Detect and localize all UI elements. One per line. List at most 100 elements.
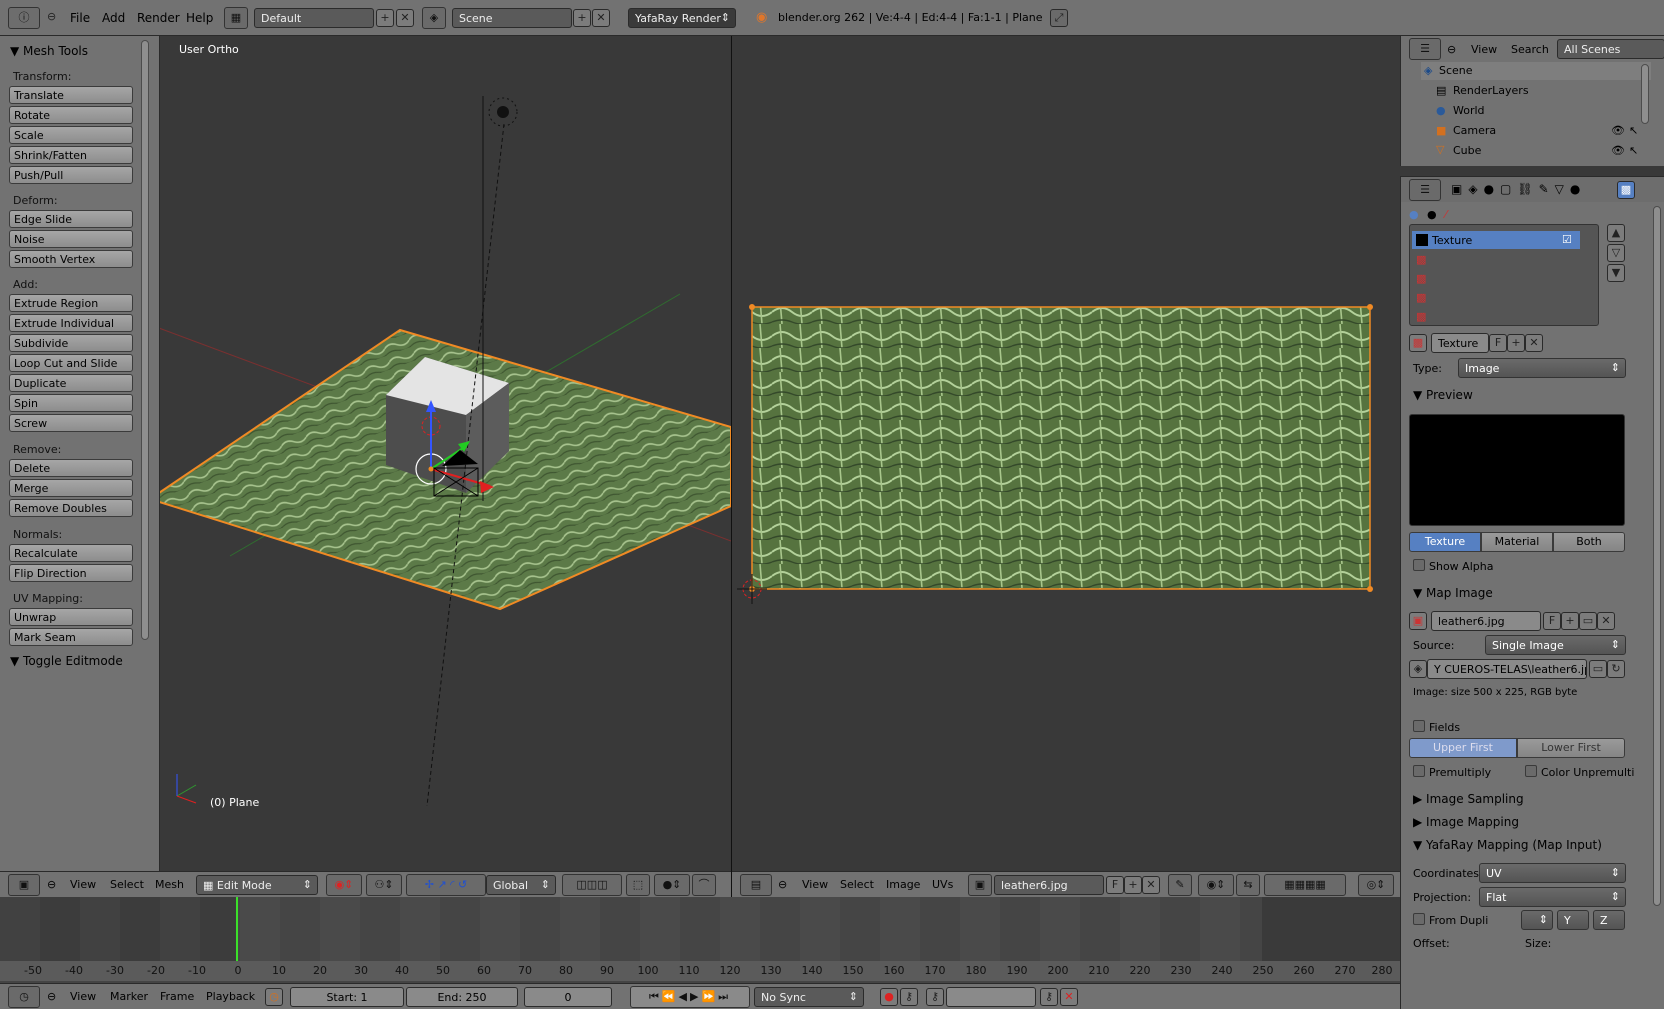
add-layout-icon[interactable]: + <box>376 9 394 27</box>
remove-doubles-button[interactable]: Remove Doubles <box>9 499 133 517</box>
from-dupli-checkbox[interactable] <box>1413 913 1425 925</box>
delete-keyframe-icon[interactable]: ✕ <box>1060 988 1078 1006</box>
move-down-icon[interactable]: ▽ <box>1607 244 1625 262</box>
show-alpha-checkbox[interactable] <box>1413 559 1425 571</box>
sync-selection-icon[interactable]: ⇆ <box>1236 874 1260 896</box>
checkmark-icon[interactable]: ☑ <box>1562 233 1572 246</box>
info-editor-icon[interactable]: ⓘ <box>8 7 40 29</box>
x-mapping-select[interactable]: ⇕ <box>1521 910 1553 930</box>
edge-slide-button[interactable]: Edge Slide <box>9 210 133 228</box>
new-texture-icon[interactable]: + <box>1507 334 1525 352</box>
outliner-row-world[interactable]: ● World <box>1433 102 1653 120</box>
menu-render[interactable]: Render <box>137 11 180 25</box>
flip-direction-button[interactable]: Flip Direction <box>9 564 133 582</box>
new-image-icon[interactable]: + <box>1561 612 1579 630</box>
current-frame-field[interactable]: 0 <box>524 987 612 1007</box>
recalculate-button[interactable]: Recalculate <box>9 544 133 562</box>
push-pull-button[interactable]: Push/Pull <box>9 166 133 184</box>
texture-context-icons[interactable]: ● ● ⁄ <box>1409 206 1465 226</box>
eye-icon[interactable]: 👁 <box>1611 144 1625 157</box>
preview-range-icon[interactable]: ◷ <box>265 988 283 1006</box>
world-texture-icon[interactable]: ● <box>1409 208 1419 221</box>
context-tab-icons[interactable]: ▣◈●▢⛓✎▽● <box>1451 182 1586 196</box>
orientation-select[interactable]: Global ⇕ <box>486 875 556 895</box>
collapse-icon[interactable]: ⊖ <box>47 878 56 891</box>
manipulator-icons[interactable]: ✢ ↗ ◜ ↺ <box>406 874 486 896</box>
file-browse-icon[interactable]: ▭ <box>1589 660 1607 678</box>
rotate-button[interactable]: Rotate <box>9 106 133 124</box>
reload-icon[interactable]: ↻ <box>1607 660 1625 678</box>
texture-browse-icon[interactable]: ▩ <box>1409 334 1427 352</box>
cursor-icon[interactable]: ↖ <box>1629 144 1638 157</box>
start-frame-field[interactable]: Start: 1 <box>290 987 404 1007</box>
uv-image-editor[interactable] <box>732 36 1399 897</box>
preview-tab-both[interactable]: Both <box>1553 532 1625 552</box>
snap-icon[interactable]: ⌒ <box>692 874 716 896</box>
uv-menu-image[interactable]: Image <box>886 878 920 891</box>
pin-icon[interactable]: ✎ <box>1168 874 1192 896</box>
outliner-menu-search[interactable]: Search <box>1511 43 1549 56</box>
pivot-icon[interactable]: ◉⇕ <box>1198 874 1234 896</box>
translate-button[interactable]: Translate <box>9 86 133 104</box>
yafaray-mapping-panel-header[interactable]: ▼ YafaRay Mapping (Map Input) <box>1413 838 1602 852</box>
material-texture-icon[interactable]: ● <box>1427 208 1437 221</box>
timeline-menu-view[interactable]: View <box>70 990 96 1003</box>
image-browse-icon[interactable]: ▣ <box>1409 612 1427 630</box>
keying-icon[interactable]: ⚷ <box>900 988 918 1006</box>
outliner-menu-view[interactable]: View <box>1471 43 1497 56</box>
keying-set-icon[interactable]: ⚷ <box>926 988 944 1006</box>
menu-file[interactable]: File <box>70 11 90 25</box>
outliner-editor-icon[interactable]: ☰ <box>1409 38 1441 60</box>
color-unpremulti-checkbox[interactable] <box>1525 765 1537 777</box>
texture-tab-icon[interactable]: ▩ <box>1617 181 1635 199</box>
remove-layout-icon[interactable]: ✕ <box>396 9 414 27</box>
texture-slot-active[interactable]: Texture ☑ <box>1412 231 1580 249</box>
projection-select[interactable]: Flat ⇕ <box>1479 887 1626 907</box>
layout-field[interactable]: Default <box>254 8 374 28</box>
spin-button[interactable]: Spin <box>9 394 133 412</box>
image-mapping-panel-header[interactable]: ▶ Image Mapping <box>1413 815 1519 829</box>
uv-menu-select[interactable]: Select <box>840 878 874 891</box>
toggle-editmode-header[interactable]: ▼ Toggle Editmode <box>10 654 123 668</box>
screen-layout-icon[interactable]: ▦ <box>224 7 248 29</box>
scene-field[interactable]: Scene <box>452 8 572 28</box>
timeline[interactable]: -50 -40 -30 -20 -10 0 10 20 30 40 50 60 … <box>0 897 1400 1009</box>
pack-icon[interactable]: ◈ <box>1409 660 1427 678</box>
occlude-icon[interactable]: ⬚ <box>626 874 650 896</box>
display-channels-icon[interactable]: ◎⇕ <box>1358 874 1394 896</box>
pivot-icon[interactable]: ⚇⇕ <box>366 874 402 896</box>
collapse-icon[interactable]: ⊖ <box>778 878 787 891</box>
move-up-icon[interactable]: ▲ <box>1607 224 1625 242</box>
extrude-individual-button[interactable]: Extrude Individual <box>9 314 133 332</box>
outliner-row-cube[interactable]: ▽ Cube 👁 ↖ <box>1433 142 1653 160</box>
specials-icon[interactable]: ▼ <box>1607 264 1625 282</box>
mesh-tools-header[interactable]: ▼ Mesh Tools <box>10 44 88 58</box>
timeline-menu-playback[interactable]: Playback <box>206 990 255 1003</box>
image-sampling-panel-header[interactable]: ▶ Image Sampling <box>1413 792 1524 806</box>
image-icon[interactable]: ▣ <box>968 874 992 896</box>
loop-cut-button[interactable]: Loop Cut and Slide <box>9 354 133 372</box>
timeline-editor-icon[interactable]: ◷ <box>8 986 40 1008</box>
smooth-vertex-button[interactable]: Smooth Vertex <box>9 250 133 268</box>
image-path-field[interactable]: Y CUEROS-TELAS\leather6.jpg <box>1427 659 1587 679</box>
end-frame-field[interactable]: End: 250 <box>406 987 518 1007</box>
menu-add[interactable]: Add <box>102 11 125 25</box>
menu-help[interactable]: Help <box>186 11 213 25</box>
premultiply-checkbox[interactable] <box>1413 765 1425 777</box>
add-scene-icon[interactable]: + <box>573 9 591 27</box>
mark-seam-button[interactable]: Mark Seam <box>9 628 133 646</box>
insert-keyframe-icon[interactable]: ⚷ <box>1040 988 1058 1006</box>
area-divider[interactable] <box>731 36 732 897</box>
unwrap-button[interactable]: Unwrap <box>9 608 133 626</box>
type-select[interactable]: Image ⇕ <box>1458 358 1626 378</box>
collapse-icon[interactable]: ⊖ <box>1447 43 1456 56</box>
uv-menu-uvs[interactable]: UVs <box>932 878 953 891</box>
uv-select-mode-icons[interactable]: ▦▦▦▦ <box>1264 874 1346 896</box>
properties-scrollbar[interactable] <box>1653 206 1661 906</box>
frame-ruler[interactable]: -50 -40 -30 -20 -10 0 10 20 30 40 50 60 … <box>0 961 1400 981</box>
editor-type-icon[interactable]: ▤ <box>740 874 772 896</box>
keying-set-field[interactable] <box>946 987 1036 1007</box>
noise-button[interactable]: Noise <box>9 230 133 248</box>
extrude-region-button[interactable]: Extrude Region <box>9 294 133 312</box>
mode-select[interactable]: ▦ Edit Mode ⇕ <box>196 875 318 895</box>
